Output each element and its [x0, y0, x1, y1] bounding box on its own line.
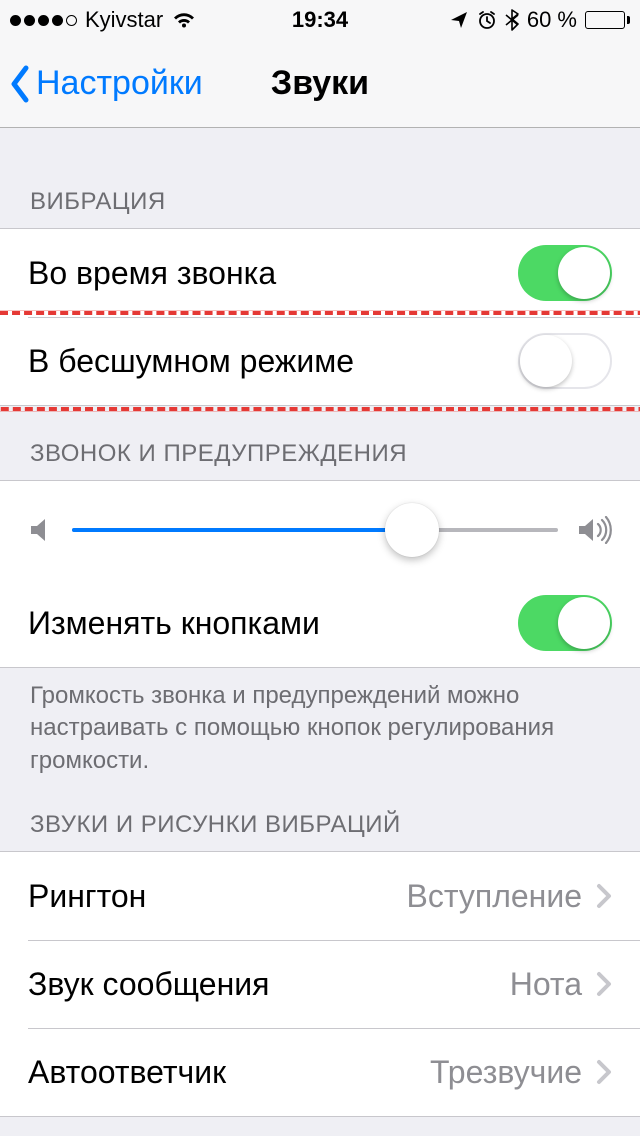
- signal-strength-icon: [10, 15, 77, 26]
- row-sound-pattern[interactable]: АвтоответчикТрезвучие: [0, 1028, 640, 1116]
- status-time: 19:34: [292, 7, 348, 33]
- location-icon: [449, 10, 469, 30]
- alarm-icon: [477, 10, 497, 30]
- row-label: Рингтон: [28, 878, 407, 915]
- volume-slider[interactable]: [72, 528, 558, 532]
- row-value: Вступление: [407, 878, 583, 915]
- back-label: Настройки: [36, 64, 203, 103]
- row-sound-pattern[interactable]: Звук сообщенияНота: [0, 940, 640, 1028]
- row-label: Звук сообщения: [28, 966, 510, 1003]
- row-label: В бесшумном режиме: [28, 343, 518, 380]
- group-vibration: Во время звонка В бесшумном режиме: [0, 228, 640, 406]
- status-bar: Kyivstar 19:34 60 %: [0, 0, 640, 40]
- chevron-right-icon: [596, 1059, 612, 1085]
- battery-percentage: 60 %: [527, 7, 577, 33]
- navigation-bar: Настройки Звуки: [0, 40, 640, 128]
- row-volume-slider: [0, 481, 640, 579]
- row-sound-pattern[interactable]: РингтонВступление: [0, 852, 640, 940]
- group-ringer: Изменять кнопками: [0, 480, 640, 668]
- toggle-vibrate-on-ring[interactable]: [518, 245, 612, 301]
- chevron-right-icon: [596, 971, 612, 997]
- section-header-patterns: ЗВУКИ И РИСУНКИ ВИБРАЦИЙ: [0, 791, 640, 851]
- page-title: Звуки: [271, 64, 369, 103]
- toggle-change-with-buttons[interactable]: [518, 595, 612, 651]
- chevron-right-icon: [596, 883, 612, 909]
- row-change-with-buttons[interactable]: Изменять кнопками: [0, 579, 640, 667]
- section-header-vibration: ВИБРАЦИЯ: [0, 128, 640, 228]
- row-label: Во время звонка: [28, 255, 518, 292]
- toggle-vibrate-on-silent[interactable]: [518, 333, 612, 389]
- wifi-icon: [171, 10, 197, 30]
- row-vibrate-on-ring[interactable]: Во время звонка: [0, 229, 640, 317]
- section-footer-ringer: Громкость звонка и предупреждений можно …: [0, 668, 640, 791]
- section-header-ringer: ЗВОНОК И ПРЕДУПРЕЖДЕНИЯ: [0, 406, 640, 480]
- group-patterns: РингтонВступлениеЗвук сообщенияНотаАвтоо…: [0, 851, 640, 1117]
- speaker-low-icon: [28, 516, 54, 544]
- row-value: Нота: [510, 966, 582, 1003]
- speaker-high-icon: [576, 516, 612, 544]
- row-label: Автоответчик: [28, 1054, 430, 1091]
- back-button[interactable]: Настройки: [0, 64, 203, 104]
- row-vibrate-on-silent[interactable]: В бесшумном режиме: [0, 317, 640, 405]
- row-value: Трезвучие: [430, 1054, 582, 1091]
- row-label: Изменять кнопками: [28, 605, 518, 642]
- battery-icon: [585, 11, 630, 29]
- bluetooth-icon: [505, 9, 519, 31]
- carrier-label: Kyivstar: [85, 7, 163, 33]
